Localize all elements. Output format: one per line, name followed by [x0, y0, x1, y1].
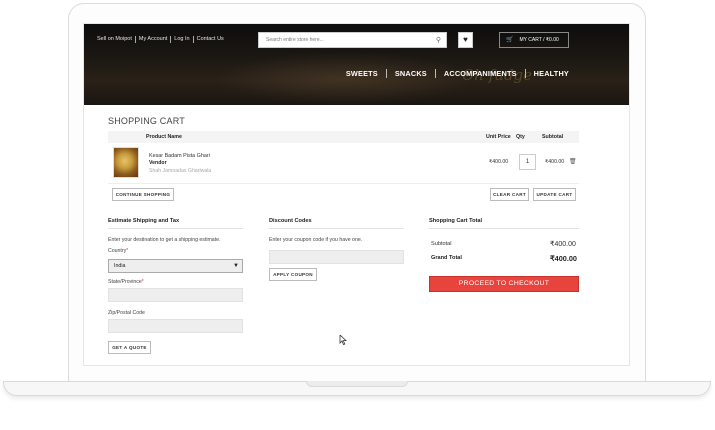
state-input[interactable]: [108, 288, 243, 302]
site-header: Oh fudge Sell on Moipot My Account Log I…: [84, 24, 629, 105]
shipping-intro: Enter your destination to get a shipping…: [108, 237, 221, 243]
col-subtotal: Subtotal: [542, 134, 564, 140]
search-input[interactable]: Search entire store here... ⚲: [258, 32, 447, 48]
discount-intro: Enter your coupon code if you have one.: [269, 237, 363, 243]
browser-screen: Oh fudge Sell on Moipot My Account Log I…: [83, 23, 630, 366]
delete-item-icon[interactable]: 🗑: [569, 158, 577, 165]
col-qty: Qty: [516, 134, 525, 140]
subtotal-label: Subtotal: [431, 241, 452, 247]
nav-sweets[interactable]: SWEETS: [338, 69, 387, 78]
vendor-name: Shah Jamnadas Ghariwala: [149, 168, 212, 174]
apply-coupon-button[interactable]: APPLY COUPON: [269, 268, 317, 281]
header-banner-image: [214, 52, 474, 105]
country-value: India: [114, 263, 126, 269]
vendor-label: Vendor: [149, 160, 167, 166]
discount-title: Discount Codes: [269, 218, 312, 224]
mini-cart-button[interactable]: 🛒 MY CART / ₹0.00: [499, 32, 569, 48]
divider: [429, 228, 579, 229]
proceed-to-checkout-button[interactable]: PROCEED TO CHECKOUT: [429, 276, 579, 292]
mini-cart-label: MY CART / ₹0.00: [519, 37, 559, 43]
totals-title: Shopping Cart Total: [429, 218, 483, 224]
zip-input[interactable]: [108, 319, 243, 333]
top-links: Sell on Moipot My Account Log In Contact…: [97, 36, 227, 43]
link-my-account[interactable]: My Account: [136, 36, 172, 43]
qty-input[interactable]: 1: [519, 154, 536, 170]
cart-icon: 🛒: [506, 37, 514, 43]
divider: [108, 228, 243, 229]
laptop-notch: [306, 381, 408, 387]
product-thumbnail[interactable]: [113, 147, 139, 178]
continue-shopping-button[interactable]: CONTINUE SHOPPING: [112, 188, 174, 201]
page-title: SHOPPING CART: [108, 116, 185, 126]
update-cart-button[interactable]: UPDATE CART: [533, 188, 576, 201]
cart-table-header: Product Name Unit Price Qty Subtotal: [108, 131, 579, 143]
grand-total-label: Grand Total: [431, 255, 462, 261]
search-placeholder: Search entire store here...: [266, 37, 324, 43]
link-sell-on-moipot[interactable]: Sell on Moipot: [97, 36, 136, 43]
col-product-name: Product Name: [146, 134, 182, 140]
state-label: State/Province*: [108, 279, 144, 285]
row-subtotal: ₹400.00: [545, 159, 565, 165]
divider: [269, 228, 404, 229]
mouse-cursor-icon: [339, 335, 347, 345]
nav-healthy[interactable]: HEALTHY: [526, 69, 569, 78]
search-icon[interactable]: ⚲: [436, 36, 441, 44]
chevron-down-icon: ▼: [233, 263, 239, 269]
main-nav: SWEETS SNACKS ACCOMPANIMENTS HEALTHY: [338, 69, 569, 78]
subtotal-value: ₹400.00: [550, 241, 576, 248]
country-label: Country*: [108, 248, 129, 254]
link-contact-us[interactable]: Contact Us: [194, 36, 227, 43]
wishlist-heart-icon[interactable]: ♥: [458, 32, 473, 48]
shipping-title: Estimate Shipping and Tax: [108, 218, 180, 224]
link-log-in[interactable]: Log In: [171, 36, 194, 43]
clear-cart-button[interactable]: CLEAR CART: [490, 188, 529, 201]
country-select[interactable]: India ▼: [108, 259, 243, 273]
grand-total-value: ₹400.00: [550, 254, 577, 263]
nav-snacks[interactable]: SNACKS: [387, 69, 436, 78]
unit-price: ₹400.00: [489, 159, 509, 165]
product-name-link[interactable]: Kesar Badam Pista Ghari: [149, 153, 210, 159]
get-quote-button[interactable]: GET A QUOTE: [108, 341, 151, 354]
coupon-input[interactable]: [269, 250, 404, 264]
nav-accompaniments[interactable]: ACCOMPANIMENTS: [436, 69, 526, 78]
zip-label: Zip/Postal Code: [108, 310, 145, 316]
table-row: Kesar Badam Pista Ghari Vendor Shah Jamn…: [108, 143, 579, 184]
col-unit-price: Unit Price: [486, 134, 511, 140]
